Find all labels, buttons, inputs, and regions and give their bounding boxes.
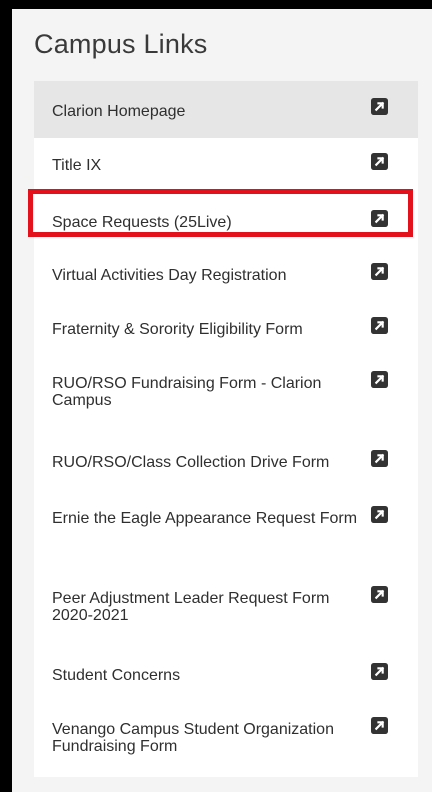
link-item-clarion-homepage[interactable]: Clarion Homepage bbox=[34, 81, 418, 138]
external-link-icon bbox=[371, 317, 388, 334]
link-item-fraternity-sorority[interactable]: Fraternity & Sorority Eligibility Form bbox=[34, 301, 418, 355]
link-label: RUO/RSO Fundraising Form - Clarion Campu… bbox=[52, 375, 322, 409]
panel-title: Campus Links bbox=[34, 29, 208, 59]
external-link-icon bbox=[371, 210, 388, 227]
link-item-space-requests[interactable]: Space Requests (25Live) bbox=[34, 191, 418, 247]
link-label: Student Concerns bbox=[52, 667, 181, 684]
external-link-icon bbox=[371, 506, 388, 523]
external-link-icon bbox=[371, 371, 388, 388]
link-label: Space Requests (25Live) bbox=[52, 214, 232, 231]
links-list: Clarion Homepage Title IX Space Requests… bbox=[34, 81, 418, 777]
link-label: Clarion Homepage bbox=[52, 103, 186, 120]
external-link-icon bbox=[371, 98, 388, 115]
link-item-student-concerns[interactable]: Student Concerns bbox=[34, 647, 418, 701]
external-link-icon bbox=[371, 263, 388, 280]
campus-links-panel: Campus Links Clarion Homepage Title IX S… bbox=[12, 9, 432, 792]
external-link-icon bbox=[371, 450, 388, 467]
link-item-collection-drive[interactable]: RUO/RSO/Class Collection Drive Form bbox=[34, 435, 418, 490]
link-item-title-ix[interactable]: Title IX bbox=[34, 138, 418, 191]
external-link-icon bbox=[371, 717, 388, 734]
link-label: Virtual Activities Day Registration bbox=[52, 267, 287, 284]
link-item-peer-adjustment[interactable]: Peer Adjustment Leader Request Form 2020… bbox=[34, 570, 418, 647]
external-link-icon bbox=[371, 663, 388, 680]
link-label: Fraternity & Sorority Eligibility Form bbox=[52, 321, 303, 338]
link-item-ruo-rso-fundraising[interactable]: RUO/RSO Fundraising Form - Clarion Campu… bbox=[34, 355, 418, 435]
link-label: Peer Adjustment Leader Request Form 2020… bbox=[52, 590, 330, 624]
link-label: Title IX bbox=[52, 157, 102, 174]
link-label: Venango Campus Student Organization Fund… bbox=[52, 721, 334, 755]
link-item-ernie-the-eagle[interactable]: Ernie the Eagle Appearance Request Form bbox=[34, 490, 418, 570]
external-link-icon bbox=[371, 153, 388, 170]
external-link-icon bbox=[371, 586, 388, 603]
link-label: Ernie the Eagle Appearance Request Form bbox=[52, 510, 358, 527]
link-item-virtual-activities[interactable]: Virtual Activities Day Registration bbox=[34, 247, 418, 301]
link-label: RUO/RSO/Class Collection Drive Form bbox=[52, 454, 330, 471]
link-item-venango-fundraising[interactable]: Venango Campus Student Organization Fund… bbox=[34, 701, 418, 777]
